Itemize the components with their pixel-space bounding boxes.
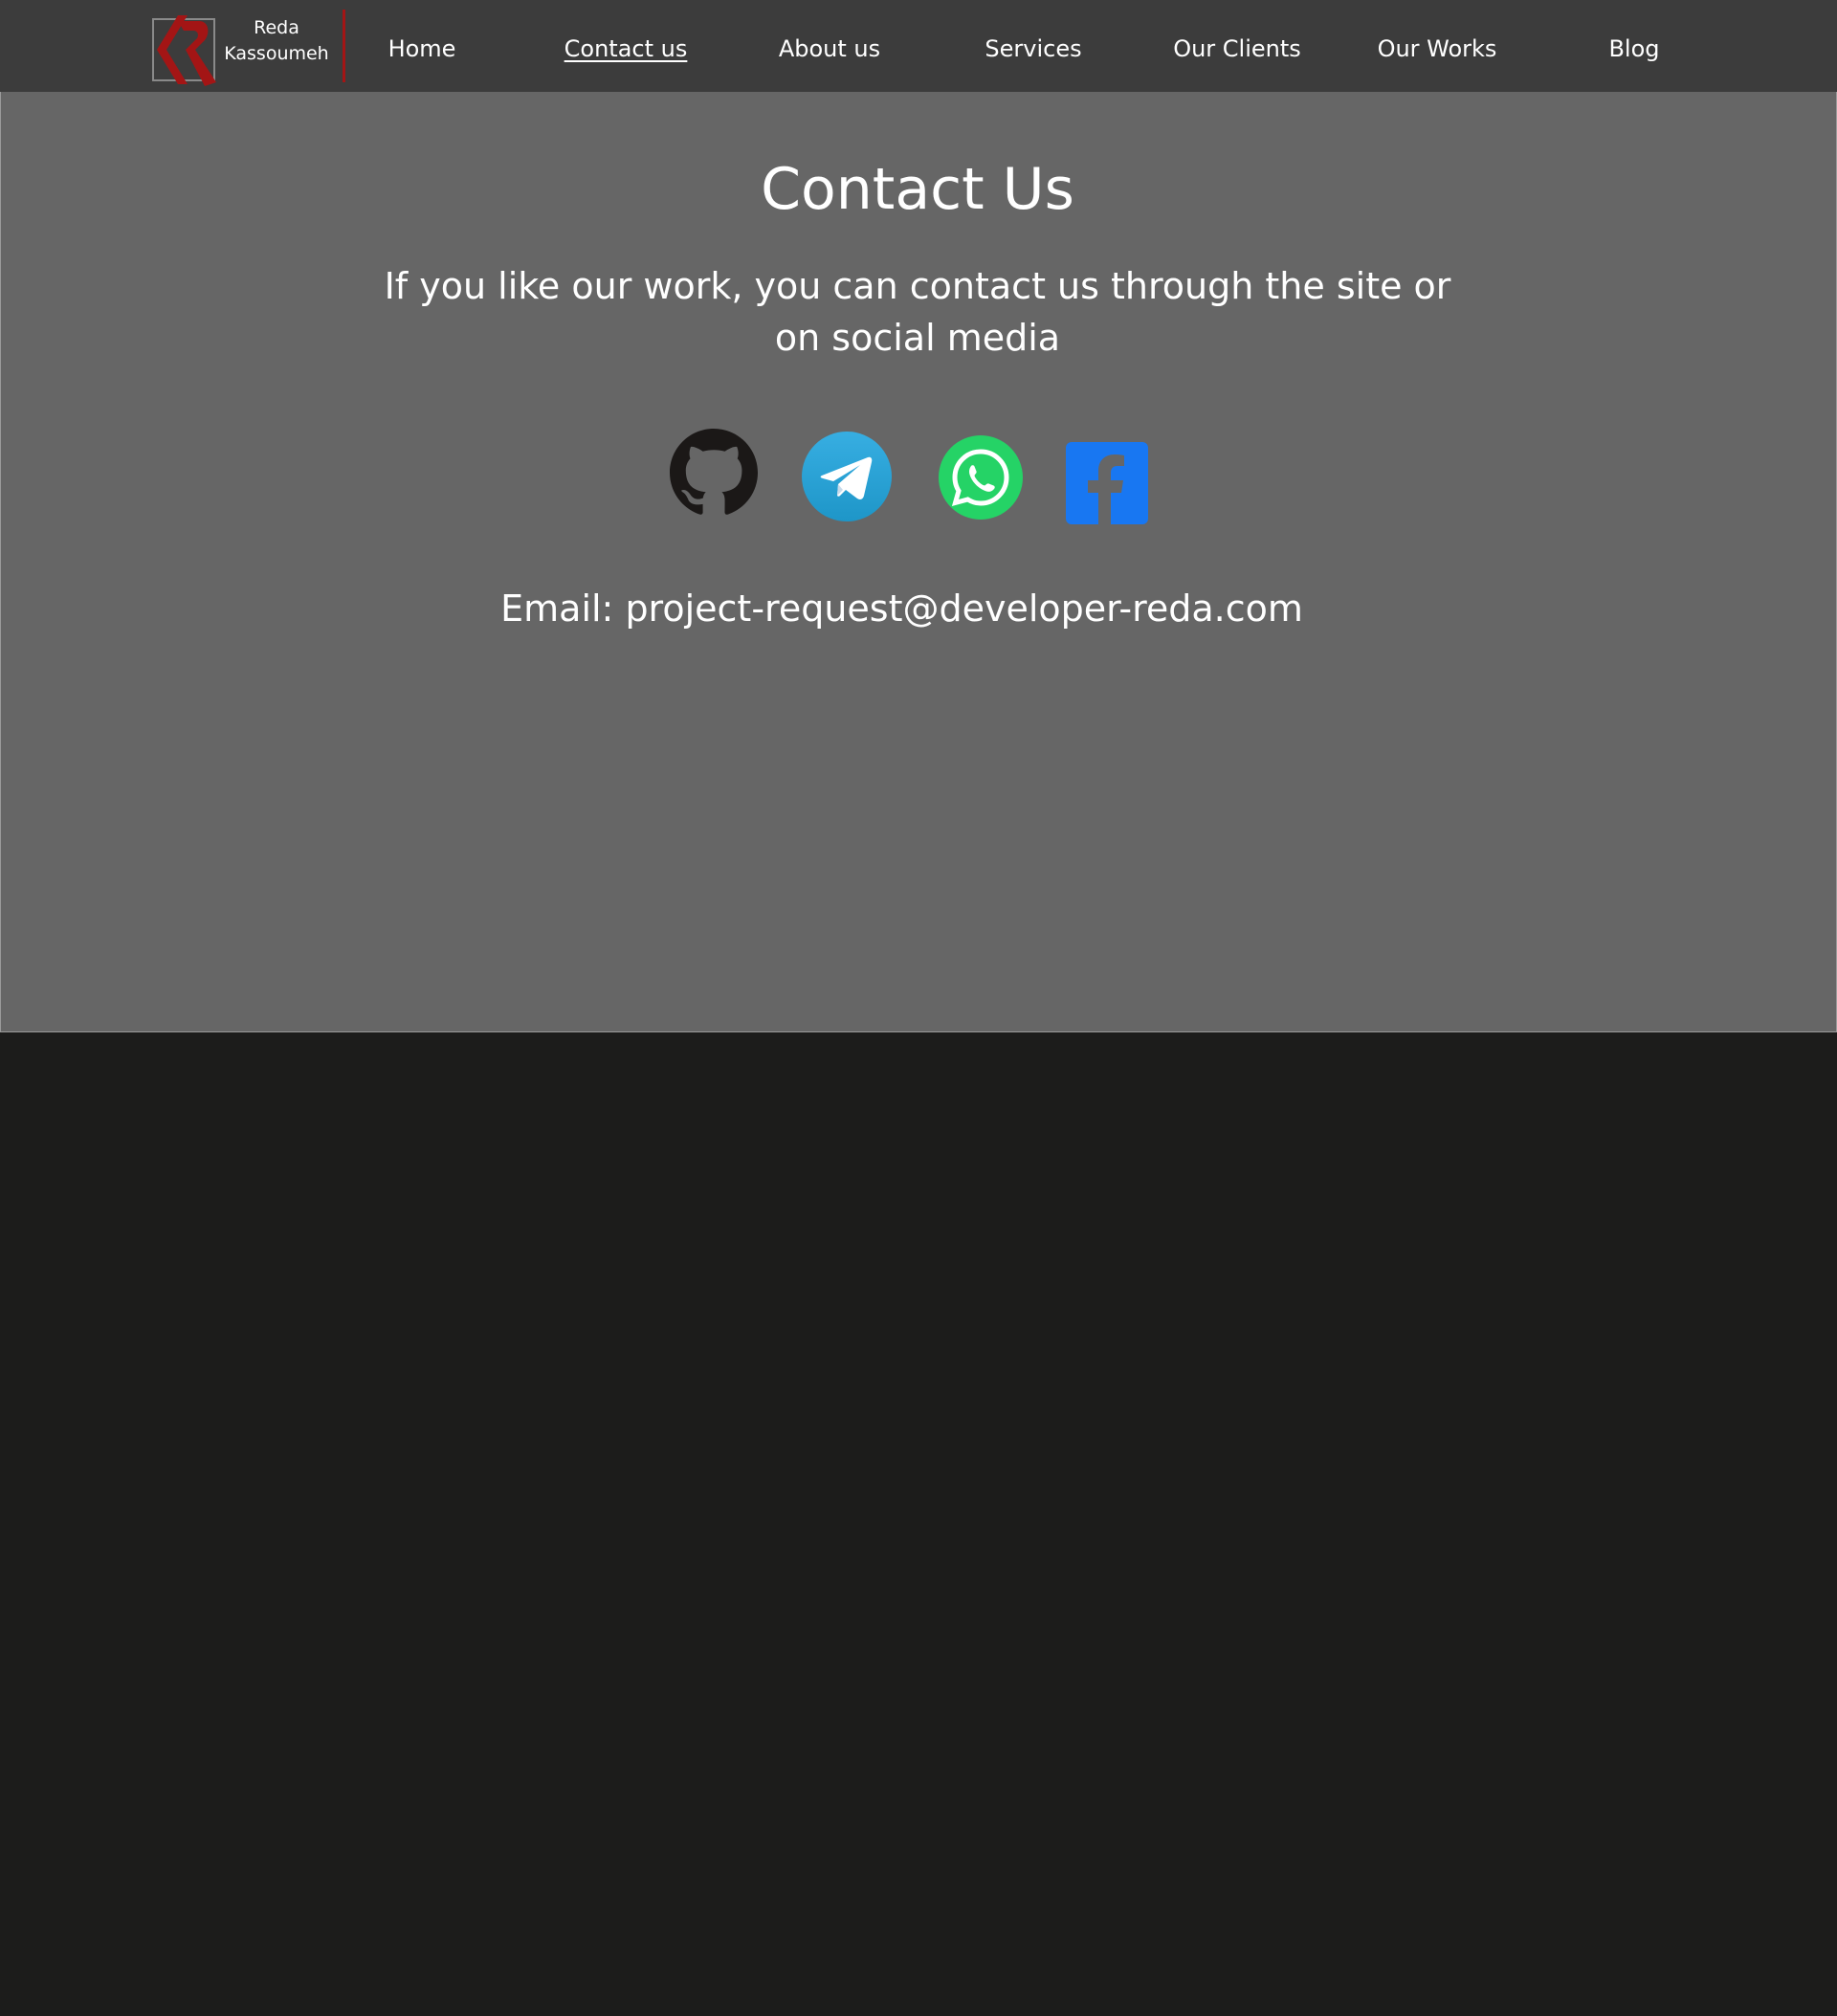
contact-section bbox=[0, 92, 1837, 1032]
email-link[interactable]: project-request@developer-reda.com bbox=[625, 587, 1302, 630]
email-line: Email: project-request@developer-reda.co… bbox=[0, 582, 1804, 635]
nav-item-about-us[interactable]: About us bbox=[779, 33, 880, 65]
telegram-icon bbox=[801, 431, 893, 522]
page-title: Contact Us bbox=[761, 156, 1074, 223]
nav-item-blog[interactable]: Blog bbox=[1608, 33, 1659, 65]
facebook-link[interactable] bbox=[1066, 442, 1148, 524]
nav-item-home[interactable]: Home bbox=[388, 33, 456, 65]
nav-item-our-clients[interactable]: Our Clients bbox=[1173, 33, 1301, 65]
site-header: Reda Kassoumeh Home Contact us About us … bbox=[0, 0, 1837, 92]
facebook-icon bbox=[1066, 442, 1148, 524]
brand-first-name: Reda bbox=[254, 17, 299, 38]
brand-divider bbox=[343, 10, 345, 82]
telegram-link[interactable] bbox=[801, 431, 893, 522]
email-label: Email: bbox=[500, 587, 626, 630]
github-icon bbox=[670, 429, 758, 517]
nav-item-contact-us[interactable]: Contact us bbox=[564, 33, 688, 65]
brand-last-name: Kassoumeh bbox=[224, 43, 329, 64]
nav-item-our-works[interactable]: Our Works bbox=[1378, 33, 1497, 65]
brand-name[interactable]: Reda Kassoumeh bbox=[222, 15, 331, 67]
nav-item-services[interactable]: Services bbox=[985, 33, 1081, 65]
whatsapp-link[interactable] bbox=[938, 434, 1024, 521]
contact-intro: If you like our work, you can contact us… bbox=[384, 265, 1451, 359]
logo-icon[interactable] bbox=[149, 11, 222, 88]
github-link[interactable] bbox=[670, 429, 758, 517]
whatsapp-icon bbox=[938, 434, 1024, 521]
